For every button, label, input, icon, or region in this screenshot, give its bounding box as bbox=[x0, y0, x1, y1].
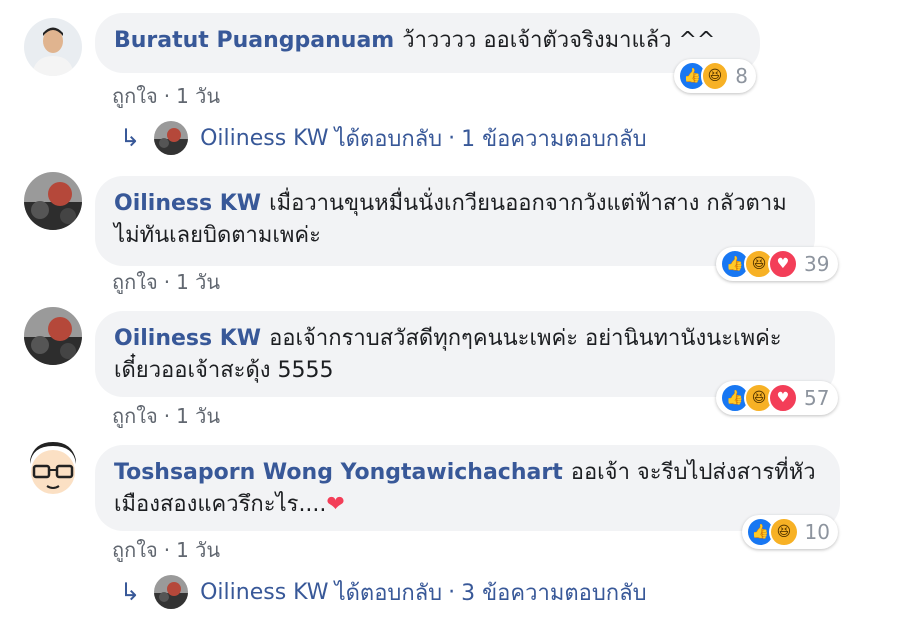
love-reaction-icon: ♥ bbox=[768, 383, 798, 413]
reply-count: 1 ข้อความตอบกลับ bbox=[461, 126, 647, 152]
like-link[interactable]: ถูกใจ bbox=[112, 404, 158, 428]
reaction-summary[interactable]: 👍 😆 8 bbox=[674, 59, 756, 93]
reaction-count: 8 bbox=[735, 64, 748, 88]
separator-dot: · bbox=[163, 404, 171, 428]
reply-arrow-icon: ↳ bbox=[120, 124, 141, 152]
separator-dot: · bbox=[448, 579, 456, 605]
comment-author[interactable]: Toshsaporn Wong Yongtawichachart bbox=[114, 460, 563, 485]
love-reaction-icon: ♥ bbox=[768, 249, 798, 279]
comment-bubble: Buratut Puangpanuam ว้าวววว ออเจ้าตัวจริง… bbox=[95, 13, 760, 73]
reaction-count: 39 bbox=[804, 252, 830, 276]
comment-meta: ถูกใจ · 1 วัน bbox=[112, 400, 220, 432]
comment-meta: ถูกใจ · 1 วัน bbox=[112, 266, 220, 298]
separator-dot: · bbox=[163, 84, 171, 108]
reply-arrow-icon: ↳ bbox=[120, 578, 141, 606]
like-link[interactable]: ถูกใจ bbox=[112, 538, 158, 562]
comment-author[interactable]: Buratut Puangpanuam bbox=[114, 28, 394, 53]
heart-emoji: ❤ bbox=[326, 492, 345, 517]
comment-author[interactable]: Oiliness KW bbox=[114, 326, 261, 351]
reply-author: Oiliness KW bbox=[200, 125, 329, 151]
reaction-summary[interactable]: 👍 😆 ♥ 39 bbox=[716, 247, 838, 281]
haha-reaction-icon: 😆 bbox=[700, 61, 730, 91]
separator-dot: · bbox=[448, 125, 456, 151]
separator-dot: · bbox=[163, 538, 171, 562]
comment-time[interactable]: 1 วัน bbox=[176, 84, 220, 108]
comment-bubble: Oiliness KW เมื่อวานขุนหมื่นนั่งเกวียนออก… bbox=[95, 176, 815, 266]
avatar-toshsaporn[interactable] bbox=[24, 440, 82, 498]
reaction-summary[interactable]: 👍 😆 10 bbox=[742, 515, 838, 549]
comment-time[interactable]: 1 วัน bbox=[176, 538, 220, 562]
comment-meta: ถูกใจ · 1 วัน bbox=[112, 534, 220, 566]
avatar-oiliness[interactable] bbox=[24, 172, 82, 230]
reply-count: 3 ข้อความตอบกลับ bbox=[461, 580, 647, 606]
like-link[interactable]: ถูกใจ bbox=[112, 270, 158, 294]
comment-meta: ถูกใจ · 1 วัน bbox=[112, 80, 220, 112]
reply-verb: ได้ตอบกลับ bbox=[334, 126, 443, 152]
comment-text: ว้าวววว ออเจ้าตัวจริงมาแล้ว ^^ bbox=[402, 28, 716, 53]
reply-author: Oiliness KW bbox=[200, 579, 329, 605]
replies-link[interactable]: ↳ Oiliness KW ได้ตอบกลับ · 1 ข้อความตอบก… bbox=[120, 120, 647, 156]
replies-link[interactable]: ↳ Oiliness KW ได้ตอบกลับ · 3 ข้อความตอบก… bbox=[120, 574, 647, 610]
avatar-oiliness-small bbox=[154, 575, 189, 609]
avatar-buratut[interactable] bbox=[24, 18, 82, 76]
separator-dot: · bbox=[163, 270, 171, 294]
haha-reaction-icon: 😆 bbox=[769, 517, 799, 547]
comment-time[interactable]: 1 วัน bbox=[176, 270, 220, 294]
reaction-count: 57 bbox=[804, 386, 830, 410]
comment-author[interactable]: Oiliness KW bbox=[114, 191, 261, 216]
like-link[interactable]: ถูกใจ bbox=[112, 84, 158, 108]
reaction-count: 10 bbox=[804, 520, 830, 544]
reply-verb: ได้ตอบกลับ bbox=[334, 580, 443, 606]
comment-time[interactable]: 1 วัน bbox=[176, 404, 220, 428]
comment-bubble: Toshsaporn Wong Yongtawichachart ออเจ้า จ… bbox=[95, 445, 840, 531]
avatar-oiliness-small bbox=[154, 121, 189, 155]
reaction-summary[interactable]: 👍 😆 ♥ 57 bbox=[716, 381, 838, 415]
avatar-oiliness[interactable] bbox=[24, 307, 82, 365]
